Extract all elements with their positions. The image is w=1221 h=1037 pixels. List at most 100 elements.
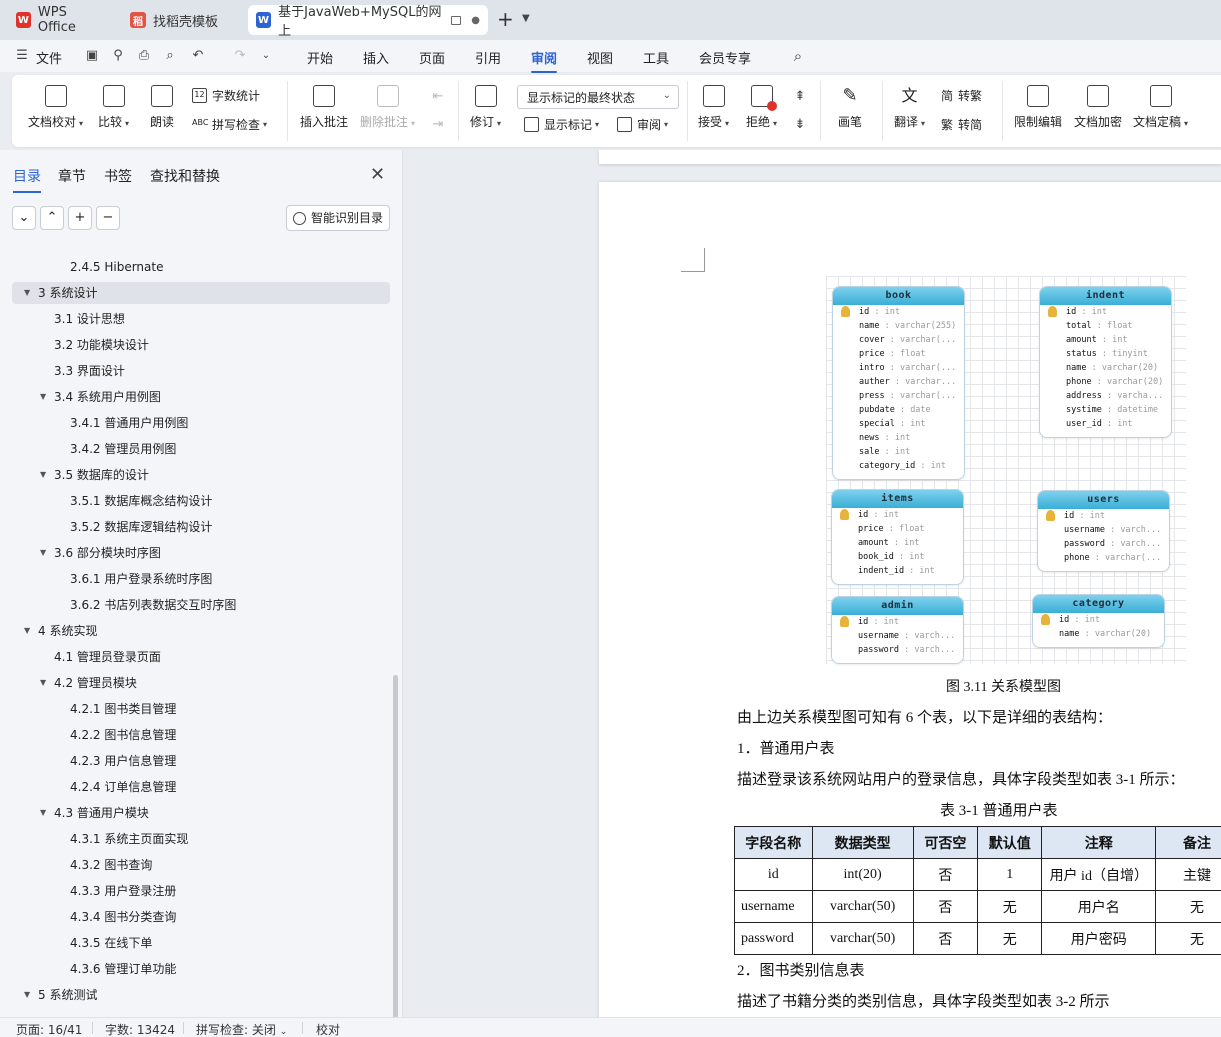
accept-button[interactable]: 接受 ▾ (698, 85, 729, 130)
show-markup-button[interactable]: 显示标记 ▾ (524, 116, 599, 133)
toc-item[interactable]: 3.3 界面设计 (0, 360, 390, 382)
toc-item[interactable]: ▼ 3.6 部分模块时序图 (0, 542, 390, 564)
expand-arrow-icon[interactable]: ▼ (40, 802, 46, 824)
toc-item[interactable]: ▼ 3.4 系统用户用例图 (0, 386, 390, 408)
expand-arrow-icon[interactable]: ▼ (40, 386, 46, 408)
expand-arrow-icon[interactable]: ▼ (24, 984, 30, 1006)
proofread-status[interactable]: 校对 (316, 1021, 340, 1037)
toc-item[interactable]: 4.3.6 管理订单功能 (0, 958, 390, 980)
page-indicator[interactable]: 页面: 16/41 (16, 1021, 82, 1037)
menu-insert[interactable]: 插入 (363, 48, 389, 67)
toc-item[interactable]: 4.3.5 在线下单 (0, 932, 390, 954)
toc-item[interactable]: 3.5.1 数据库概念结构设计 (0, 490, 390, 512)
spell-check-status[interactable]: 拼写检查: 关闭 ⌄ (196, 1021, 287, 1037)
restrict-edit-button[interactable]: 限制编辑 (1014, 85, 1062, 130)
toc-item[interactable]: ▼ 4.2 管理员模块 (0, 672, 390, 694)
tab-docer[interactable]: 稻 找稻壳模板 (122, 5, 242, 35)
menu-home[interactable]: 开始 (307, 48, 333, 67)
toc-item[interactable]: 3.6.1 用户登录系统时序图 (0, 568, 390, 590)
toc-item[interactable]: 4.3.3 用户登录注册 (0, 880, 390, 902)
toc-item[interactable]: 3.4.2 管理员用例图 (0, 438, 390, 460)
track-changes-button[interactable]: 修订 ▾ (470, 85, 501, 130)
hamburger-icon[interactable]: ☰ (14, 48, 30, 64)
remove-heading-icon[interactable]: − (96, 206, 120, 230)
toc-item[interactable]: 3.4.1 普通用户用例图 (0, 412, 390, 434)
toc-item[interactable]: ▼ 3 系统设计 (12, 282, 390, 304)
toc-item[interactable]: ▼ 4 系统实现 (0, 620, 390, 642)
chevron-down-icon[interactable]: ▼ (522, 13, 530, 24)
toc-item[interactable]: 4.3.2 图书查询 (0, 854, 390, 876)
add-heading-icon[interactable]: + (68, 206, 92, 230)
toc-item[interactable]: 3.6.2 书店列表数据交互时序图 (0, 594, 390, 616)
toc-item[interactable]: 4.3.1 系统主页面实现 (0, 828, 390, 850)
menu-reference[interactable]: 引用 (475, 48, 501, 67)
review-pane-button[interactable]: 审阅 ▾ (617, 116, 668, 133)
collapse-all-icon[interactable]: ⌄ (12, 206, 36, 230)
toc-item[interactable]: 4.2.2 图书信息管理 (0, 724, 390, 746)
word-count-indicator[interactable]: 字数: 13424 (105, 1021, 175, 1037)
expand-arrow-icon[interactable]: ▼ (40, 464, 46, 486)
insert-comment-button[interactable]: 插入批注 (300, 85, 348, 130)
save-icon[interactable]: ▣ (84, 48, 100, 64)
toc-item[interactable]: ▼ 4.3 普通用户模块 (0, 802, 390, 824)
menu-review[interactable]: 审阅 (531, 48, 558, 73)
toc-item[interactable]: ▼ 5 系统测试 (0, 984, 390, 1006)
toc-item[interactable]: 2.4.5 Hibernate (0, 256, 390, 278)
print-preview-icon[interactable]: ⌕ (162, 48, 178, 64)
expand-arrow-icon[interactable]: ▼ (40, 542, 46, 564)
doc-encrypt-button[interactable]: 文档加密 (1074, 85, 1122, 130)
next-comment-icon[interactable]: ⇥ (430, 117, 446, 133)
tab-toc[interactable]: 目录 (13, 166, 41, 193)
redo-icon[interactable]: ↷ (232, 48, 248, 64)
word-count-button[interactable]: 12 字数统计 (192, 87, 260, 104)
expand-arrow-icon[interactable]: ▼ (24, 282, 30, 304)
menu-file[interactable]: 文件 (36, 48, 62, 67)
pen-button[interactable]: ✎ 画笔 (838, 85, 862, 130)
print-icon[interactable]: ⎙ (136, 48, 152, 64)
doc-finalize-button[interactable]: 文档定稿 ▾ (1133, 85, 1188, 130)
translate-button[interactable]: 文 翻译 ▾ (894, 85, 925, 130)
tab-find-replace[interactable]: 查找和替换 (150, 166, 220, 186)
toc-item[interactable]: ▼ 3.5 数据库的设计 (0, 464, 390, 486)
tab-bookmarks[interactable]: 书签 (104, 166, 132, 186)
smart-toc-button[interactable]: 智能识别目录 (286, 205, 390, 231)
menu-tools[interactable]: 工具 (643, 48, 669, 67)
toc-item[interactable]: 3.1 设计思想 (0, 308, 390, 330)
expand-arrow-icon[interactable]: ▼ (24, 620, 30, 642)
toc-item[interactable]: 3.2 功能模块设计 (0, 334, 390, 356)
toc-item[interactable]: 3.5.2 数据库逻辑结构设计 (0, 516, 390, 538)
chevron-down-icon[interactable]: ⌄ (258, 48, 274, 64)
scrollbar[interactable] (393, 675, 398, 1037)
spell-check-button[interactable]: ABC 拼写检查 ▾ (192, 116, 267, 133)
next-change-icon[interactable]: ⇟ (792, 117, 808, 133)
read-aloud-button[interactable]: 朗读 (150, 85, 174, 130)
tab-document[interactable]: W 基于JavaWeb+MySQL的网上 ● (248, 5, 488, 39)
expand-up-icon[interactable]: ⌃ (40, 206, 64, 230)
menu-membership[interactable]: 会员专享 (699, 48, 751, 67)
to-traditional-button[interactable]: 简转繁 (941, 87, 982, 104)
link-icon[interactable]: ⚲ (110, 48, 126, 64)
markup-state-select[interactable]: 显示标记的最终状态 ⌄ (517, 85, 679, 109)
document-page[interactable]: book id : int name : varchar(255) cover : v… (599, 182, 1221, 1017)
prev-change-icon[interactable]: ⇞ (792, 89, 808, 105)
toc-item[interactable]: 4.1 管理员登录页面 (0, 646, 390, 668)
tab-sections[interactable]: 章节 (58, 166, 86, 186)
delete-comment-button[interactable]: 删除批注 ▾ (360, 85, 415, 130)
close-icon[interactable]: ✕ (370, 164, 385, 185)
prev-comment-icon[interactable]: ⇤ (430, 89, 446, 105)
toc-item[interactable]: 4.2.1 图书类目管理 (0, 698, 390, 720)
new-tab-icon[interactable]: + (497, 9, 514, 29)
search-icon[interactable]: ⌕ (790, 48, 806, 64)
undo-icon[interactable]: ↶ (190, 48, 206, 64)
menu-page[interactable]: 页面 (419, 48, 445, 67)
doc-check-button[interactable]: 文档校对 ▾ (28, 85, 83, 130)
unsaved-dot-icon[interactable]: ● (471, 15, 480, 26)
toc-item[interactable]: 4.2.4 订单信息管理 (0, 776, 390, 798)
toc-item[interactable]: 4.3.4 图书分类查询 (0, 906, 390, 928)
compare-button[interactable]: 比较 ▾ (98, 85, 129, 130)
menu-view[interactable]: 视图 (587, 48, 613, 67)
to-simplified-button[interactable]: 繁转简 (941, 116, 982, 133)
reject-button[interactable]: 拒绝 ▾ (746, 85, 777, 130)
expand-arrow-icon[interactable]: ▼ (40, 672, 46, 694)
tab-wps-office[interactable]: W WPS Office (8, 5, 112, 35)
